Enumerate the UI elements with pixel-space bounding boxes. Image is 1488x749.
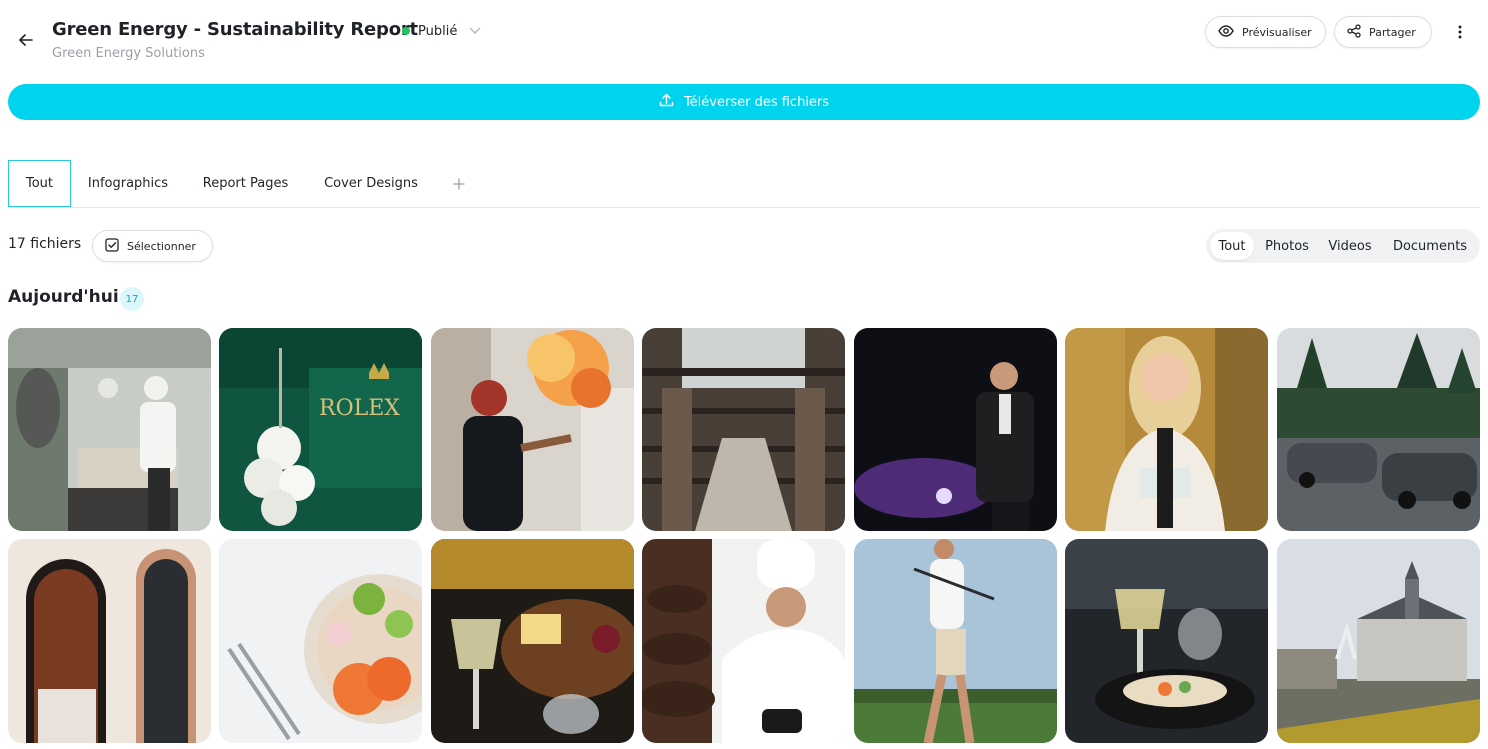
media-thumbnail[interactable] bbox=[1277, 328, 1480, 531]
media-thumbnail[interactable] bbox=[854, 328, 1057, 531]
tab-cover-designs[interactable]: Cover Designs bbox=[310, 160, 432, 207]
select-button[interactable]: Sélectionner bbox=[92, 230, 213, 262]
filter-videos[interactable]: Videos bbox=[1320, 232, 1380, 260]
media-thumbnail[interactable] bbox=[219, 539, 422, 743]
media-thumbnail[interactable]: ROLEX bbox=[219, 328, 422, 531]
media-thumbnail[interactable] bbox=[642, 539, 845, 743]
upload-label: Téléverser des fichiers bbox=[683, 94, 830, 110]
share-label: Partager bbox=[1369, 25, 1416, 39]
page-title: Green Energy - Sustainability Report bbox=[52, 19, 418, 40]
media-thumbnail[interactable] bbox=[1065, 539, 1268, 743]
album-tabs: Tout Infographics Report Pages Cover Des… bbox=[8, 160, 1480, 208]
select-label: Sélectionner bbox=[127, 239, 196, 253]
share-icon bbox=[1347, 23, 1361, 41]
media-thumbnail[interactable] bbox=[854, 539, 1057, 743]
chevron-down-icon bbox=[469, 27, 481, 35]
share-button[interactable]: Partager bbox=[1334, 16, 1432, 48]
upload-files-button[interactable]: Téléverser des fichiers bbox=[8, 84, 1480, 120]
tab-tout[interactable]: Tout bbox=[8, 160, 71, 207]
svg-text:ROLEX: ROLEX bbox=[319, 396, 400, 421]
add-tab-button[interactable] bbox=[448, 172, 470, 196]
back-arrow-icon bbox=[19, 31, 33, 50]
eye-icon bbox=[1218, 24, 1234, 40]
more-options-button[interactable] bbox=[1448, 22, 1472, 44]
more-vertical-icon bbox=[1458, 24, 1462, 43]
status-label: Publié bbox=[418, 23, 458, 39]
media-thumbnail[interactable] bbox=[1065, 328, 1268, 531]
media-thumbnail[interactable] bbox=[431, 539, 634, 743]
upload-icon bbox=[659, 93, 674, 111]
back-button[interactable] bbox=[14, 30, 38, 50]
media-thumbnail[interactable] bbox=[642, 328, 845, 531]
page-subtitle: Green Energy Solutions bbox=[52, 46, 205, 61]
page-header: Green Energy - Sustainability Report Gre… bbox=[0, 0, 1488, 80]
filter-tout[interactable]: Tout bbox=[1210, 232, 1254, 260]
media-thumbnail[interactable] bbox=[1277, 539, 1480, 743]
file-count: 17 fichiers bbox=[8, 236, 82, 252]
media-thumbnail[interactable] bbox=[8, 328, 211, 531]
status-dot bbox=[402, 27, 410, 35]
media-thumbnail[interactable] bbox=[431, 328, 634, 531]
preview-label: Prévisualiser bbox=[1242, 25, 1312, 39]
media-thumbnail[interactable] bbox=[8, 539, 211, 743]
section-title: Aujourd'hui bbox=[8, 287, 119, 307]
plus-icon bbox=[453, 174, 465, 195]
tab-report-pages[interactable]: Report Pages bbox=[189, 160, 302, 207]
preview-button[interactable]: Prévisualiser bbox=[1205, 16, 1326, 48]
section-count-badge: 17 bbox=[120, 287, 144, 311]
checkbox-icon bbox=[105, 237, 119, 255]
filter-documents[interactable]: Documents bbox=[1384, 232, 1476, 260]
media-type-filter: Tout Photos Videos Documents bbox=[1206, 229, 1480, 263]
filter-photos[interactable]: Photos bbox=[1258, 232, 1316, 260]
status-dropdown[interactable]: Publié bbox=[402, 21, 481, 41]
tab-infographics[interactable]: Infographics bbox=[75, 160, 181, 207]
